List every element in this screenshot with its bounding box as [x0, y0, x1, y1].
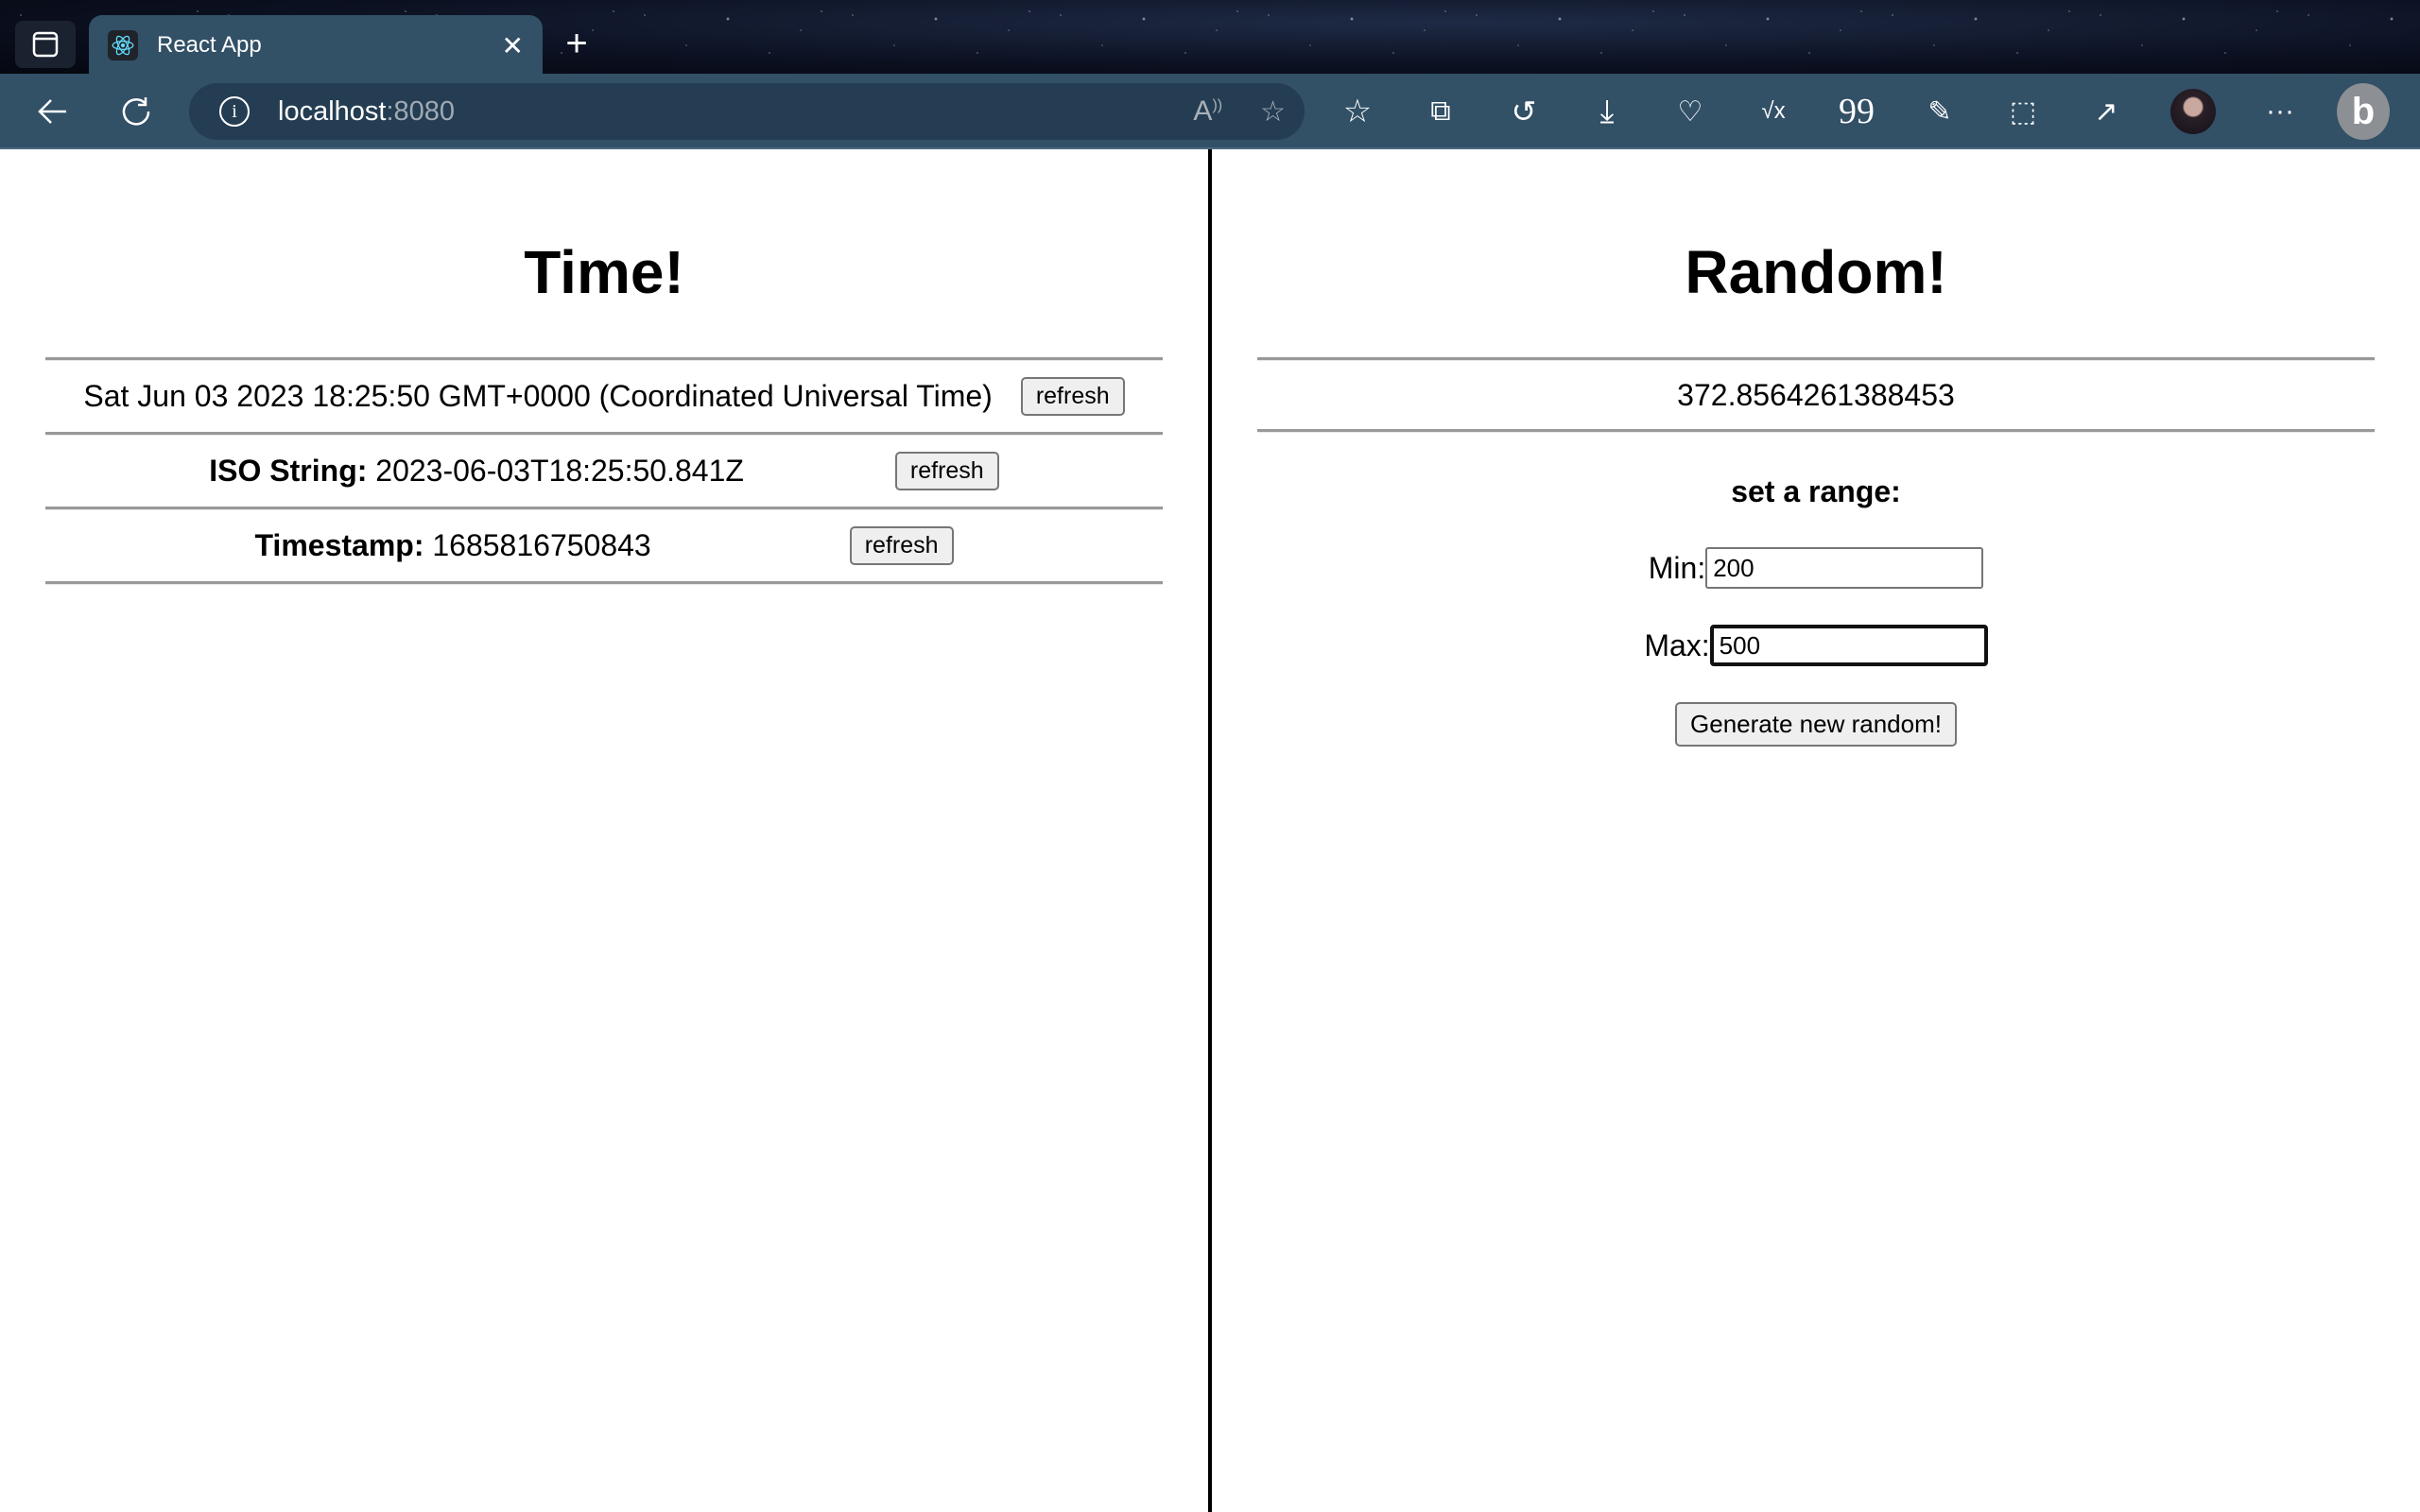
more-icon[interactable]: ··· — [2254, 74, 2307, 149]
read-aloud-icon[interactable]: A)) — [1193, 95, 1222, 128]
min-field: Min: — [1212, 547, 2420, 589]
bing-icon[interactable]: b — [2337, 74, 2390, 149]
profile-avatar[interactable] — [2167, 74, 2220, 149]
site-info-icon[interactable]: i — [219, 96, 250, 127]
downloads-icon[interactable]: ⤓ — [1581, 74, 1634, 149]
add-favorite-icon[interactable]: ☆ — [1260, 95, 1286, 129]
divider — [1257, 429, 2375, 433]
divider — [45, 581, 1163, 585]
math-solver-icon[interactable]: √x — [1747, 74, 1800, 149]
page-content: Time! Sat Jun 03 2023 18:25:50 GMT+0000 … — [0, 149, 2420, 1512]
new-tab-button[interactable]: + — [556, 21, 597, 66]
favorites-icon[interactable]: ☆ — [1331, 74, 1384, 149]
web-capture-icon[interactable]: ✎ — [1913, 74, 1966, 149]
iso-label: ISO String: — [209, 454, 368, 488]
tab-actions-icon — [32, 31, 59, 58]
close-tab-icon[interactable]: ✕ — [502, 30, 524, 61]
min-label: Min: — [1648, 550, 1706, 585]
tab-actions-button[interactable] — [15, 21, 76, 68]
time-panel: Time! Sat Jun 03 2023 18:25:50 GMT+0000 … — [0, 149, 1208, 1512]
max-label: Max: — [1644, 627, 1710, 662]
date-row: Sat Jun 03 2023 18:25:50 GMT+0000 (Coord… — [45, 361, 1163, 432]
refresh-date-button[interactable]: refresh — [1020, 377, 1125, 416]
tab-react-app[interactable]: React App ✕ — [89, 15, 543, 76]
browser-tab-bar: React App ✕ + — [0, 0, 2420, 76]
refresh-icon — [122, 97, 150, 126]
refresh-button[interactable] — [110, 74, 163, 149]
iso-value: 2023-06-03T18:25:50.841Z — [367, 454, 744, 488]
history-icon[interactable]: ↺ — [1497, 74, 1550, 149]
random-value: 372.8564261388453 — [1677, 377, 1955, 412]
random-panel: Random! 372.8564261388453 set a range: M… — [1212, 149, 2420, 1512]
date-string: Sat Jun 03 2023 18:25:50 GMT+0000 (Coord… — [83, 379, 993, 413]
range-title: set a range: — [1731, 474, 1901, 508]
max-field: Max: — [1212, 625, 2420, 666]
back-arrow-icon — [38, 99, 66, 124]
tab-title: React App — [157, 32, 262, 58]
timestamp-row: Timestamp: 1685816750843 refresh — [45, 510, 1163, 581]
refresh-iso-button[interactable]: refresh — [894, 452, 999, 490]
react-logo-icon — [108, 30, 138, 60]
iso-row: ISO String: 2023-06-03T18:25:50.841Z ref… — [45, 436, 1163, 507]
url-text[interactable]: localhost:8080 — [278, 96, 455, 128]
min-input[interactable] — [1705, 547, 1984, 589]
browser-toolbar: i localhost:8080 A)) ☆ ☆ ⧉ ↺ ⤓ ♡ √x 99 ✎… — [0, 74, 2420, 149]
screenshot-icon[interactable]: ⬚ — [1996, 74, 2049, 149]
back-button[interactable] — [26, 74, 79, 149]
refresh-timestamp-button[interactable]: refresh — [849, 526, 954, 565]
timestamp-value: 1685816750843 — [424, 528, 651, 562]
timestamp-label: Timestamp: — [254, 528, 424, 562]
citations-icon[interactable]: 99 — [1830, 74, 1883, 149]
address-bar[interactable]: i localhost:8080 A)) ☆ — [189, 83, 1305, 140]
max-input[interactable] — [1709, 625, 1988, 666]
health-icon[interactable]: ♡ — [1664, 74, 1717, 149]
random-title: Random! — [1685, 238, 1947, 306]
share-icon[interactable]: ↗ — [2080, 74, 2133, 149]
generate-random-button[interactable]: Generate new random! — [1675, 702, 1957, 747]
collections-icon[interactable]: ⧉ — [1414, 74, 1467, 149]
time-title: Time! — [524, 238, 684, 306]
